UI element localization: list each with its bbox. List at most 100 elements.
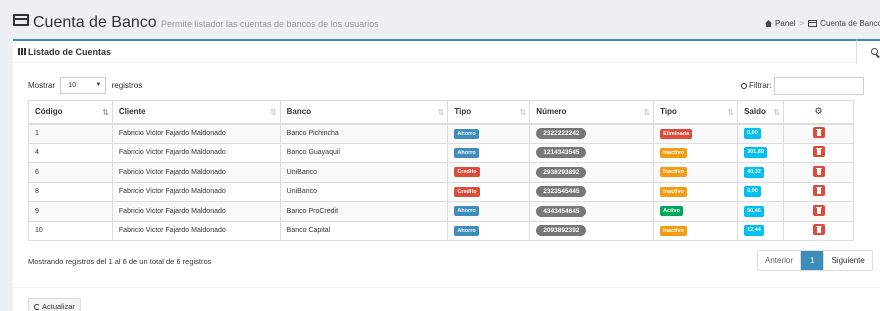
sort-asc-icon: ⇅ xyxy=(102,108,109,117)
search-icon xyxy=(871,48,878,55)
account-number-badge: 2323545445 xyxy=(536,186,587,198)
column-header-tipo-estado[interactable]: Tipo ⇅ xyxy=(653,100,739,125)
cell-tipo: Ahorro xyxy=(447,220,531,241)
credit-card-icon xyxy=(13,14,29,26)
balance-badge: 0,00 xyxy=(744,128,761,139)
table-info: Mostrando registros del 1 al 6 de un tot… xyxy=(28,257,212,266)
column-header-numero[interactable]: Número ⇅ xyxy=(529,100,655,125)
cell-codigo: 9 xyxy=(28,201,113,222)
status-badge: Inactivo xyxy=(660,167,687,178)
cell-saldo: 301,89 xyxy=(737,142,785,163)
balance-badge: 0,00 xyxy=(744,186,761,198)
account-number-badge: 2938293892 xyxy=(536,166,587,178)
page-title: Cuenta de Banco xyxy=(33,14,157,31)
length-control: Mostrar 10 registros xyxy=(28,77,142,95)
sort-icon: ⇅ xyxy=(773,108,780,117)
cell-tipo: Ahorro xyxy=(447,123,531,144)
divider xyxy=(13,287,880,288)
column-header-saldo[interactable]: Saldo ⇅ xyxy=(737,100,785,125)
cell-saldo: 50,46 xyxy=(737,201,785,222)
filter-input[interactable] xyxy=(773,77,864,95)
pagination-next[interactable]: Siguiente xyxy=(824,251,871,270)
balance-badge: 50,46 xyxy=(744,205,764,217)
cell-numero: 1214343545 xyxy=(529,142,655,163)
page-subtitle: Permite listador las cuentas de bancos d… xyxy=(161,19,379,29)
cell-codigo: 6 xyxy=(28,162,113,183)
filter-label: Filtrar: xyxy=(749,81,772,91)
cell-numero: 4343454645 xyxy=(529,201,655,222)
account-type-label: Credito xyxy=(454,167,480,178)
trash-icon[interactable] xyxy=(812,146,825,158)
column-header-banco[interactable]: Banco ⇅ xyxy=(279,100,449,125)
search-tab[interactable] xyxy=(856,39,880,64)
refresh-button[interactable]: Actualizar xyxy=(28,298,81,311)
account-number-badge: 1214343545 xyxy=(536,147,587,159)
account-type-label: Ahorro xyxy=(454,206,479,217)
cell-saldo: 0,00 xyxy=(737,181,785,202)
cell-actions xyxy=(783,123,854,144)
pagination-page-1[interactable]: 1 xyxy=(801,251,825,270)
length-prefix: Mostrar xyxy=(28,81,56,90)
cell-saldo: 40,32 xyxy=(737,162,785,183)
refresh-icon xyxy=(34,304,40,310)
trash-icon[interactable] xyxy=(812,127,825,138)
cell-actions xyxy=(783,201,854,222)
cell-codigo: 10 xyxy=(28,220,113,241)
gear-icon: ⚙ xyxy=(814,106,823,117)
trash-icon[interactable] xyxy=(812,224,825,236)
account-type-label: Credito xyxy=(454,186,480,197)
cell-banco: Banco ProCredit xyxy=(279,201,449,222)
cell-codigo: 8 xyxy=(28,181,113,202)
cell-cliente: Fabricio Victor Fajardo Maldonado xyxy=(111,123,281,144)
column-header-actions: ⚙ xyxy=(783,100,854,125)
column-header-tipo[interactable]: Tipo ⇅ xyxy=(447,100,531,125)
sort-icon: ⇅ xyxy=(269,108,277,117)
cell-actions xyxy=(783,142,854,163)
cell-actions xyxy=(783,220,854,241)
table-row: 6 Fabricio Victor Fajardo Maldonado UniBan… xyxy=(28,162,854,183)
table-row: 8 Fabricio Victor Fajardo Maldonado UniBan… xyxy=(28,181,854,202)
account-type-label: Ahorro xyxy=(454,128,479,139)
breadcrumb-home[interactable]: Panel xyxy=(775,19,795,28)
cell-cliente: Fabricio Victor Fajardo Maldonado xyxy=(111,201,281,222)
cell-saldo: 12,44 xyxy=(737,220,785,241)
cell-tipo: Credito xyxy=(447,162,531,183)
table-row: 10 Fabricio Victor Fajardo Maldonado Banco… xyxy=(28,220,854,241)
account-type-label: Ahorro xyxy=(454,147,479,158)
cell-cliente: Fabricio Victor Fajardo Maldonado xyxy=(111,162,281,183)
trash-icon[interactable] xyxy=(812,185,825,197)
column-header-cliente[interactable]: Cliente ⇅ xyxy=(111,100,281,125)
balance-badge: 12,44 xyxy=(744,225,764,237)
cell-tipo: Ahorro xyxy=(447,142,531,163)
cell-cliente: Fabricio Victor Fajardo Maldonado xyxy=(111,220,281,241)
table-row: 4 Fabricio Victor Fajardo Maldonado Banco … xyxy=(28,142,854,163)
length-select[interactable]: 10 xyxy=(60,77,107,95)
cell-codigo: 4 xyxy=(28,142,113,163)
breadcrumb: Panel > Cuenta de Banco xyxy=(765,19,880,29)
cell-numero: 2093892392 xyxy=(529,220,655,241)
cell-tipo: Credito xyxy=(447,181,531,202)
box-title: Listado de Cuentas xyxy=(28,47,112,57)
cell-banco: UniBanco xyxy=(279,181,449,202)
cell-cliente: Fabricio Victor Fajardo Maldonado xyxy=(111,181,281,202)
search-icon xyxy=(741,83,747,90)
cell-banco: Banco Pichincha xyxy=(279,123,449,144)
cell-estado: Activo xyxy=(653,201,739,222)
cell-tipo: Ahorro xyxy=(447,201,531,222)
cell-estado: Inactivo xyxy=(653,220,739,241)
status-badge: Inactivo xyxy=(660,147,687,158)
status-badge: Activo xyxy=(660,206,683,217)
cell-banco: Banco Capital xyxy=(279,220,449,241)
pagination-previous[interactable]: Anterior xyxy=(758,251,802,270)
trash-icon[interactable] xyxy=(812,204,825,216)
table-row: 1 Fabricio Victor Fajardo Maldonado Banco … xyxy=(28,123,854,144)
balance-badge: 40,32 xyxy=(744,166,764,178)
cell-estado: Inactivo xyxy=(653,162,739,183)
accounts-box: Listado de Cuentas Mostrar 10 registros … xyxy=(13,39,880,311)
box-header: Listado de Cuentas xyxy=(13,39,880,64)
cell-estado: Inactivo xyxy=(653,181,739,202)
sort-icon: ⇅ xyxy=(437,108,445,117)
trash-icon[interactable] xyxy=(812,165,825,177)
pagination: Anterior 1 Siguiente xyxy=(757,250,873,271)
column-header-codigo[interactable]: Código ⇅ xyxy=(28,100,113,125)
